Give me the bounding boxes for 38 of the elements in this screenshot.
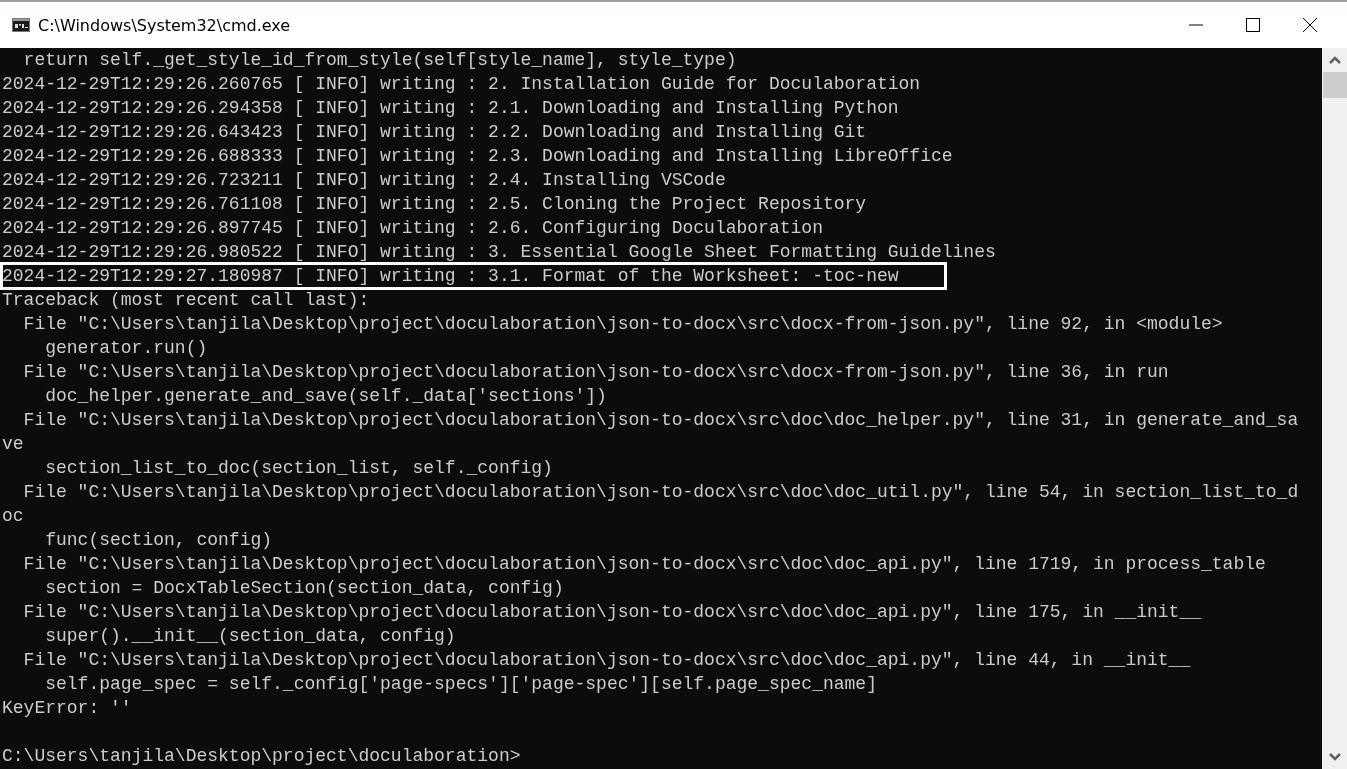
scrollbar-thumb[interactable] bbox=[1322, 72, 1347, 98]
scroll-down-icon[interactable] bbox=[1328, 753, 1341, 761]
console-line: super().__init__(section_data, config) bbox=[44, 625, 456, 648]
console-line: section = DocxTableSection(section_data, config) bbox=[44, 577, 564, 600]
console-line: File "C:\Users\tanjila\Desktop\project\doculaboration\json-to-docx\src\doc\doc_helper.py", line 31, in generate_and_sa bbox=[22, 409, 1299, 432]
minimize-icon bbox=[1188, 24, 1203, 26]
console-line: Traceback (most recent call last): bbox=[2, 289, 370, 312]
console-line: KeyError: '' bbox=[2, 697, 132, 720]
console-line: return self._get_style_id_from_style(self[style_name], style_type) bbox=[22, 49, 737, 72]
console-line: 2024-12-29T12:29:26.723211 [ INFO] writing : 2.4. Installing VSCode bbox=[2, 169, 726, 192]
window-title: C:\Windows\System32\cmd.exe bbox=[38, 15, 291, 35]
console-line: func(section, config) bbox=[44, 529, 273, 552]
console-line: File "C:\Users\tanjila\Desktop\project\doculaboration\json-to-docx\src\doc\doc_api.py", line 44, in __init__ bbox=[22, 649, 1191, 672]
console-line: 2024-12-29T12:29:26.260765 [ INFO] writing : 2. Installation Guide for Doculaboration bbox=[2, 73, 921, 96]
console-line: 2024-12-29T12:29:26.294358 [ INFO] writing : 2.1. Downloading and Installing Python bbox=[2, 97, 899, 120]
console-line: ve bbox=[2, 433, 24, 456]
console-line: 2024-12-29T12:29:26.643423 [ INFO] writing : 2.2. Downloading and Installing Git bbox=[2, 121, 867, 144]
console-line: section_list_to_doc(section_list, self._config) bbox=[44, 457, 553, 480]
console-line: 2024-12-29T12:29:26.761108 [ INFO] writing : 2.5. Cloning the Project Repository bbox=[2, 193, 867, 216]
console-line: generator.run() bbox=[44, 337, 208, 360]
command-prompt: C:\Users\tanjila\Desktop\project\doculaboration> bbox=[2, 745, 521, 768]
console-line: 2024-12-29T12:29:27.180987 [ INFO] writing : 3.1. Format of the Worksheet: -toc-new bbox=[2, 264, 945, 288]
console-line: File "C:\Users\tanjila\Desktop\project\doculaboration\json-to-docx\src\docx-from-json.py", line 92, in <module> bbox=[22, 313, 1223, 336]
console-line: oc bbox=[2, 505, 24, 528]
console-line: 2024-12-29T12:29:26.897745 [ INFO] writing : 2.6. Configuring Doculaboration bbox=[2, 217, 823, 240]
console-line: 2024-12-29T12:29:26.980522 [ INFO] writing : 3. Essential Google Sheet Formatting Guidelines bbox=[2, 241, 996, 264]
command-prompt-icon bbox=[12, 18, 30, 32]
console-line: doc_helper.generate_and_save(self._data['sections']) bbox=[44, 385, 607, 408]
console-line: File "C:\Users\tanjila\Desktop\project\doculaboration\json-to-docx\src\docx-from-json.py", line 36, in run bbox=[22, 361, 1169, 384]
console-line: File "C:\Users\tanjila\Desktop\project\doculaboration\json-to-docx\src\doc\doc_util.py", line 54, in section_list_to_d bbox=[22, 481, 1299, 504]
close-icon bbox=[1301, 17, 1318, 33]
maximize-icon bbox=[1245, 18, 1260, 32]
console-line: 2024-12-29T12:29:26.688333 [ INFO] writing : 2.3. Downloading and Installing LibreOffice bbox=[2, 145, 953, 168]
console-line: self.page_spec = self._config['page-specs']['page-spec'][self.page_spec_name] bbox=[44, 673, 877, 696]
console-line: File "C:\Users\tanjila\Desktop\project\doculaboration\json-to-docx\src\doc\doc_api.py", line 175, in __init__ bbox=[22, 601, 1201, 624]
scroll-up-icon[interactable] bbox=[1328, 56, 1341, 64]
scrollbar[interactable] bbox=[1322, 48, 1347, 769]
console-line: File "C:\Users\tanjila\Desktop\project\doculaboration\json-to-docx\src\doc\doc_api.py", line 1719, in process_table bbox=[22, 553, 1266, 576]
